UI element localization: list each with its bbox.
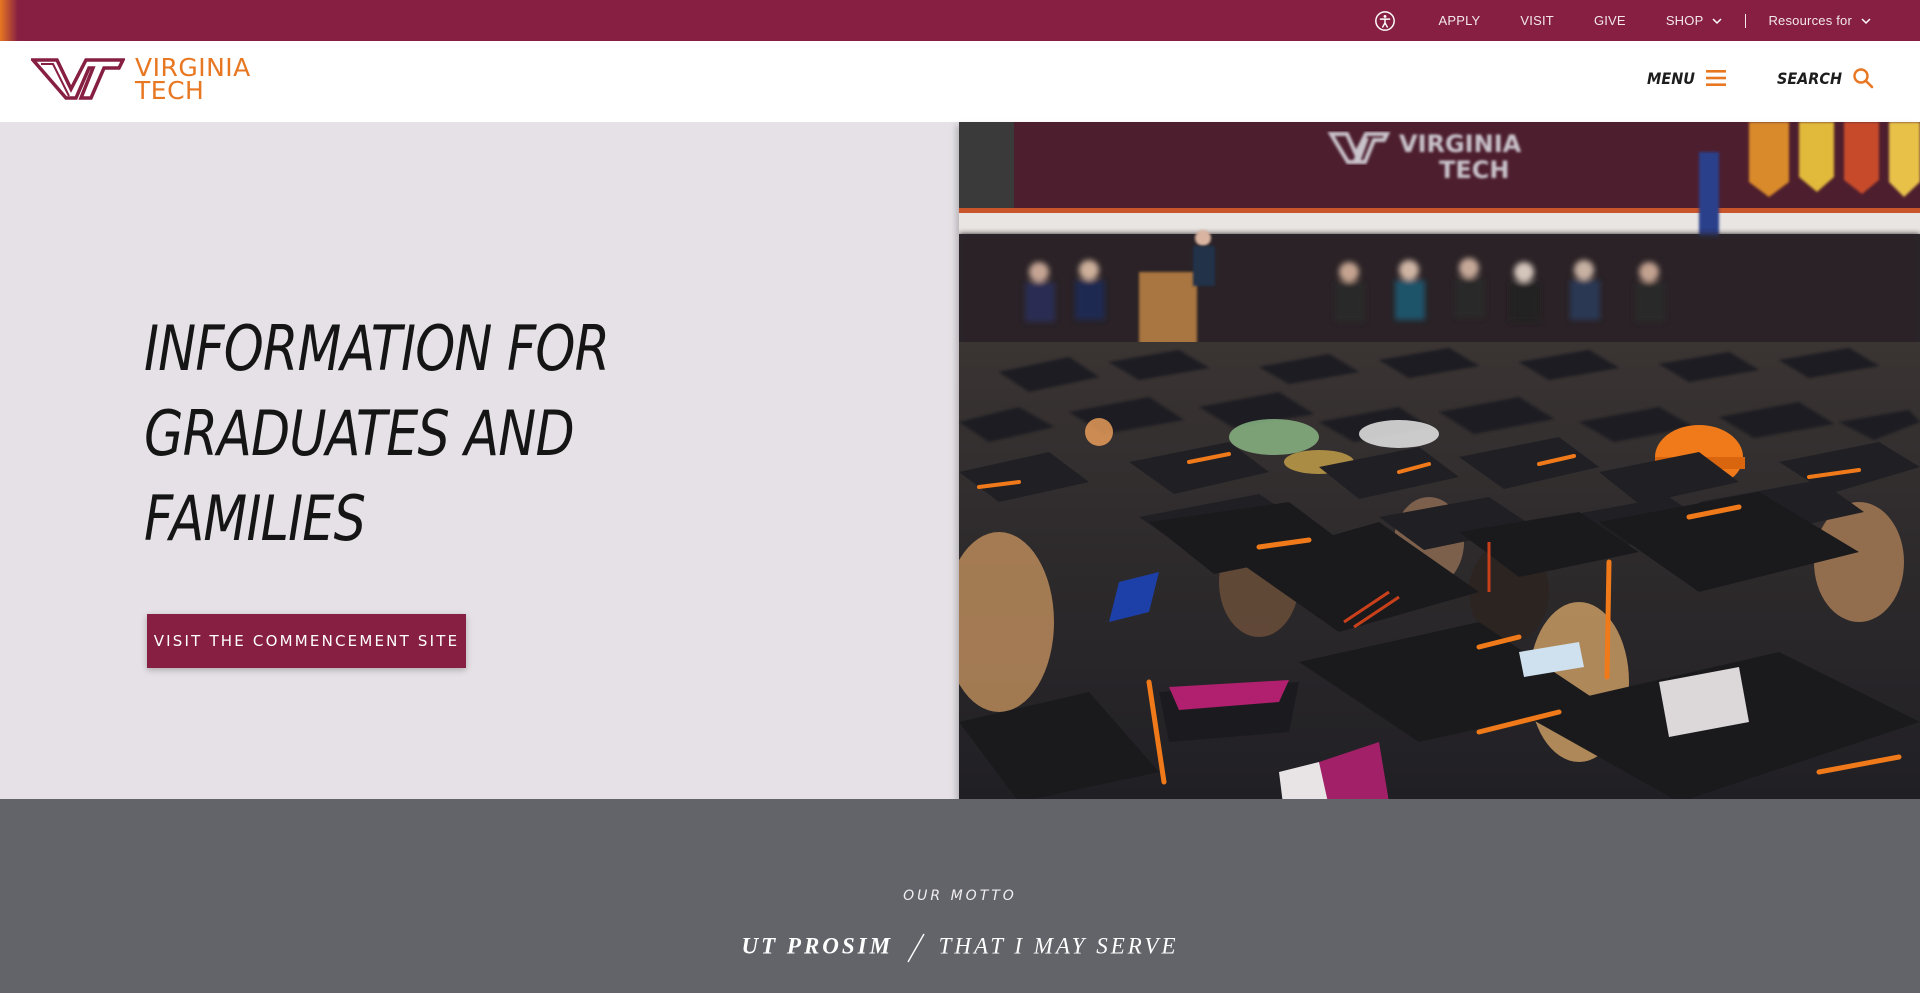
search-button[interactable]: SEARCH	[1777, 67, 1874, 89]
utility-bar: APPLY VISIT GIVE SHOP Resources for	[0, 0, 1920, 41]
logo-line-2: TECH	[135, 76, 205, 105]
hero-title-line-3: FAMILIES	[144, 482, 366, 555]
give-link[interactable]: GIVE	[1594, 13, 1626, 28]
motto-english: THAT I MAY SERVE	[938, 933, 1179, 959]
visit-link[interactable]: VISIT	[1520, 13, 1554, 28]
vt-logo-mark	[31, 58, 125, 100]
search-label: SEARCH	[1776, 68, 1842, 88]
graduation-scene-image: VIRGINIA TECH	[959, 122, 1920, 852]
resources-for-dropdown[interactable]: Resources for	[1768, 13, 1872, 28]
motto-latin: UT PROSIM	[741, 933, 894, 959]
visit-commencement-button[interactable]: VISIT THE COMMENCEMENT SITE	[147, 614, 466, 668]
hero-title-line-1: INFORMATION FOR	[144, 312, 610, 385]
divider	[1745, 13, 1747, 28]
visit-label: VISIT	[1520, 13, 1554, 28]
motto-label: OUR MOTTO	[903, 888, 1017, 904]
cta-label: VISIT THE COMMENCEMENT SITE	[153, 632, 460, 650]
apply-link[interactable]: APPLY	[1438, 13, 1480, 28]
shop-label: SHOP	[1665, 13, 1704, 28]
motto-line: UT PROSIM THAT I MAY SERVE	[0, 932, 1920, 964]
accessibility-icon[interactable]	[1374, 10, 1398, 32]
apply-label: APPLY	[1438, 13, 1481, 28]
hero-title: INFORMATION FOR GRADUATES AND FAMILIES	[144, 306, 610, 561]
search-icon	[1853, 68, 1874, 89]
hamburger-menu-icon	[1705, 70, 1726, 86]
resources-for-label: Resources for	[1768, 13, 1852, 28]
chevron-down-icon	[1861, 17, 1871, 24]
menu-label: MENU	[1647, 68, 1695, 88]
site-header: VIRGINIA TECH MENU SEARCH	[0, 41, 1920, 122]
shop-dropdown[interactable]: SHOP	[1666, 13, 1724, 28]
slash-divider	[907, 933, 925, 963]
corner-accent	[0, 0, 18, 41]
header-actions: MENU SEARCH	[1597, 67, 1874, 89]
commencement-photo: VIRGINIA TECH	[959, 122, 1920, 852]
chevron-down-icon	[1712, 17, 1722, 24]
virginia-tech-logo[interactable]: VIRGINIA TECH	[31, 55, 251, 105]
give-label: GIVE	[1593, 13, 1626, 28]
logo-wordmark: VIRGINIA TECH	[135, 55, 251, 105]
menu-button[interactable]: MENU	[1647, 68, 1727, 88]
banner-text-1: VIRGINIA	[1399, 130, 1522, 158]
banner-text-2: TECH	[1439, 156, 1509, 184]
hero-title-line-2: GRADUATES AND	[144, 397, 575, 470]
